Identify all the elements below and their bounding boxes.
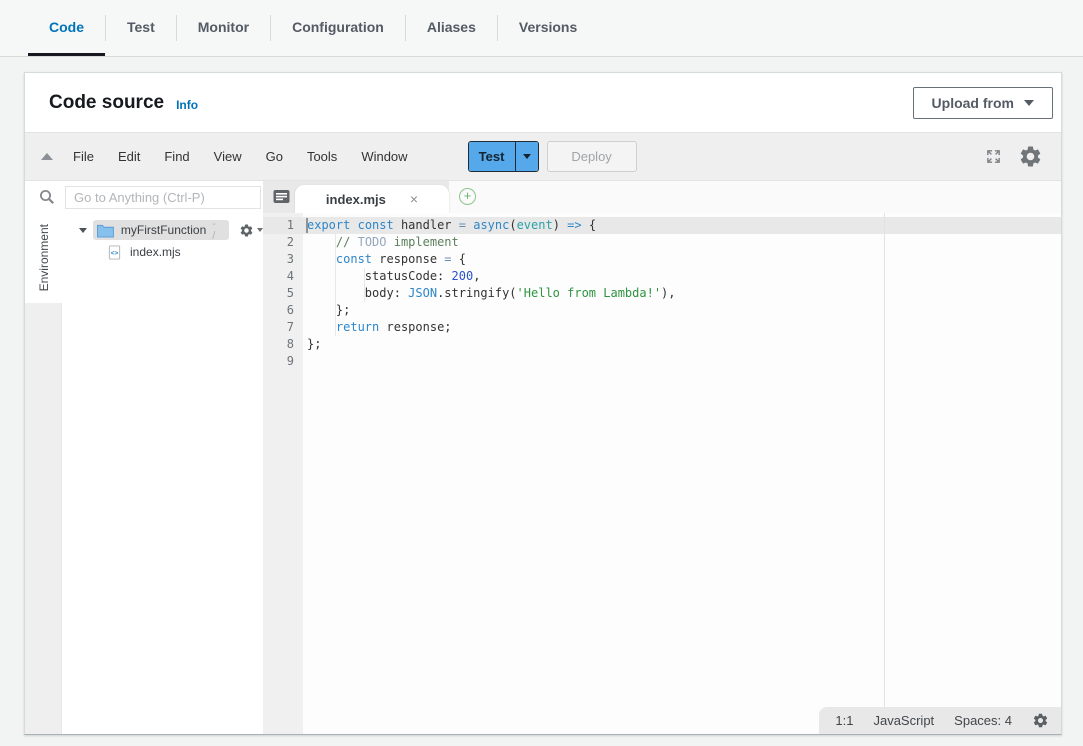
environment-strip: Environment (25, 213, 62, 734)
menu-find[interactable]: Find (164, 149, 189, 164)
upload-from-button[interactable]: Upload from (913, 87, 1053, 119)
file-label: index.mjs (130, 245, 181, 259)
tab-label: index.mjs (326, 192, 386, 207)
goto-anything-input[interactable] (65, 186, 261, 209)
new-tab-plus-icon[interactable]: + (459, 188, 476, 205)
menu-go[interactable]: Go (266, 149, 283, 164)
folder-suffix: - / (212, 218, 222, 242)
code-line-5[interactable]: 5 body: JSON.stringify('Hello from Lambd… (263, 285, 1061, 302)
upload-from-label: Upload from (932, 95, 1014, 111)
tree-settings-button[interactable] (239, 223, 263, 238)
code-text: const response = { (303, 251, 466, 268)
code-line-8[interactable]: 8}; (263, 336, 1061, 353)
deploy-button[interactable]: Deploy (547, 141, 637, 172)
test-split-button: Test (468, 141, 539, 172)
environment-tab[interactable]: Environment (25, 213, 62, 303)
line-number[interactable]: 3 (263, 251, 303, 268)
tab-test[interactable]: Test (106, 0, 176, 56)
gear-icon (239, 223, 254, 238)
file-tree: myFirstFunction - / <> index.mjs (62, 213, 263, 734)
tab-code[interactable]: Code (28, 0, 105, 56)
folder-icon (96, 223, 115, 238)
folder-label: myFirstFunction (121, 223, 206, 237)
code-text: return response; (303, 319, 452, 336)
line-number[interactable]: 6 (263, 302, 303, 319)
code-text: // TODO implement (303, 234, 459, 251)
print-margin-line (884, 213, 885, 734)
chevron-down-icon (523, 154, 531, 159)
fullscreen-expand-icon[interactable] (985, 148, 1002, 165)
tab-aliases[interactable]: Aliases (406, 0, 497, 56)
line-number[interactable]: 1 (263, 217, 303, 234)
tree-row-file[interactable]: <> index.mjs (62, 241, 263, 263)
tree-row-folder[interactable]: myFirstFunction - / (62, 219, 263, 241)
code-lines: 1export const handler = async(event) => … (263, 213, 1061, 370)
tab-monitor[interactable]: Monitor (177, 0, 270, 56)
code-line-6[interactable]: 6 }; (263, 302, 1061, 319)
panel-header: Code source Info Upload from (25, 73, 1061, 132)
menu-items: File Edit Find View Go Tools Window (73, 149, 432, 164)
function-nav-tabs: CodeTestMonitorConfigurationAliasesVersi… (0, 0, 1083, 57)
tab-versions[interactable]: Versions (498, 0, 598, 56)
code-line-4[interactable]: 4 statusCode: 200, (263, 268, 1061, 285)
line-number[interactable]: 9 (263, 353, 303, 370)
menu-view[interactable]: View (214, 149, 242, 164)
menu-edit[interactable]: Edit (118, 149, 140, 164)
code-line-9[interactable]: 9 (263, 353, 1061, 370)
close-icon[interactable]: × (410, 192, 418, 206)
svg-text:<>: <> (111, 249, 119, 256)
cursor-position[interactable]: 1:1 (835, 713, 853, 728)
code-text: statusCode: 200, (303, 268, 480, 285)
environment-tab-label: Environment (37, 224, 51, 291)
info-link[interactable]: Info (176, 98, 198, 112)
menu-tools[interactable]: Tools (307, 149, 337, 164)
menu-file[interactable]: File (73, 149, 94, 164)
line-number[interactable]: 7 (263, 319, 303, 336)
tab-strip-empty-area (449, 181, 1061, 213)
code-source-panel: Code source Info Upload from File Edit Fin… (24, 72, 1062, 735)
line-number[interactable]: 8 (263, 336, 303, 353)
code-line-1[interactable]: 1export const handler = async(event) => … (263, 217, 1061, 234)
editor-body: Environment myFirstFunction - / <> index… (25, 213, 1061, 734)
test-dropdown-button[interactable] (515, 142, 538, 171)
code-text: body: JSON.stringify('Hello from Lambda!… (303, 285, 676, 302)
code-line-7[interactable]: 7 return response; (263, 319, 1061, 336)
code-line-3[interactable]: 3 const response = { (263, 251, 1061, 268)
tab-configuration[interactable]: Configuration (271, 0, 405, 56)
text-cursor (306, 218, 308, 233)
line-number[interactable]: 2 (263, 234, 303, 251)
indentation-setting[interactable]: Spaces: 4 (954, 713, 1012, 728)
menubar-right-icons (985, 144, 1049, 169)
collapse-triangle-icon[interactable] (41, 153, 53, 160)
page-title: Code source (49, 92, 164, 114)
tab-list-icon[interactable] (273, 189, 290, 209)
gear-icon[interactable] (1032, 712, 1049, 729)
editor-status-bar: 1:1 JavaScript Spaces: 4 (819, 707, 1061, 734)
editor-menu-bar: File Edit Find View Go Tools Window Test Deplo… (25, 132, 1061, 181)
test-button[interactable]: Test (469, 142, 515, 171)
editor-tab-strip: index.mjs × + (263, 181, 1061, 213)
code-text: }; (303, 336, 321, 353)
code-text: }; (303, 302, 350, 319)
code-text (303, 353, 307, 370)
code-text: export const handler = async(event) => { (303, 217, 596, 234)
folder-selected-pill[interactable]: myFirstFunction - / (93, 220, 229, 240)
code-line-2[interactable]: 2 // TODO implement (263, 234, 1061, 251)
menu-window[interactable]: Window (361, 149, 407, 164)
code-editor[interactable]: 1export const handler = async(event) => … (263, 213, 1061, 734)
search-icon (38, 188, 56, 206)
js-file-icon: <> (107, 245, 122, 260)
line-number[interactable]: 4 (263, 268, 303, 285)
goto-anything-zone (25, 181, 263, 213)
environment-strip-background (25, 303, 62, 734)
language-mode[interactable]: JavaScript (873, 713, 934, 728)
chevron-down-icon (1024, 100, 1034, 106)
gear-icon[interactable] (1018, 144, 1043, 169)
tab-index-mjs[interactable]: index.mjs × (295, 185, 449, 213)
tree-expand-caret-icon[interactable] (79, 228, 87, 233)
tool-row: index.mjs × + (25, 181, 1061, 213)
line-number[interactable]: 5 (263, 285, 303, 302)
